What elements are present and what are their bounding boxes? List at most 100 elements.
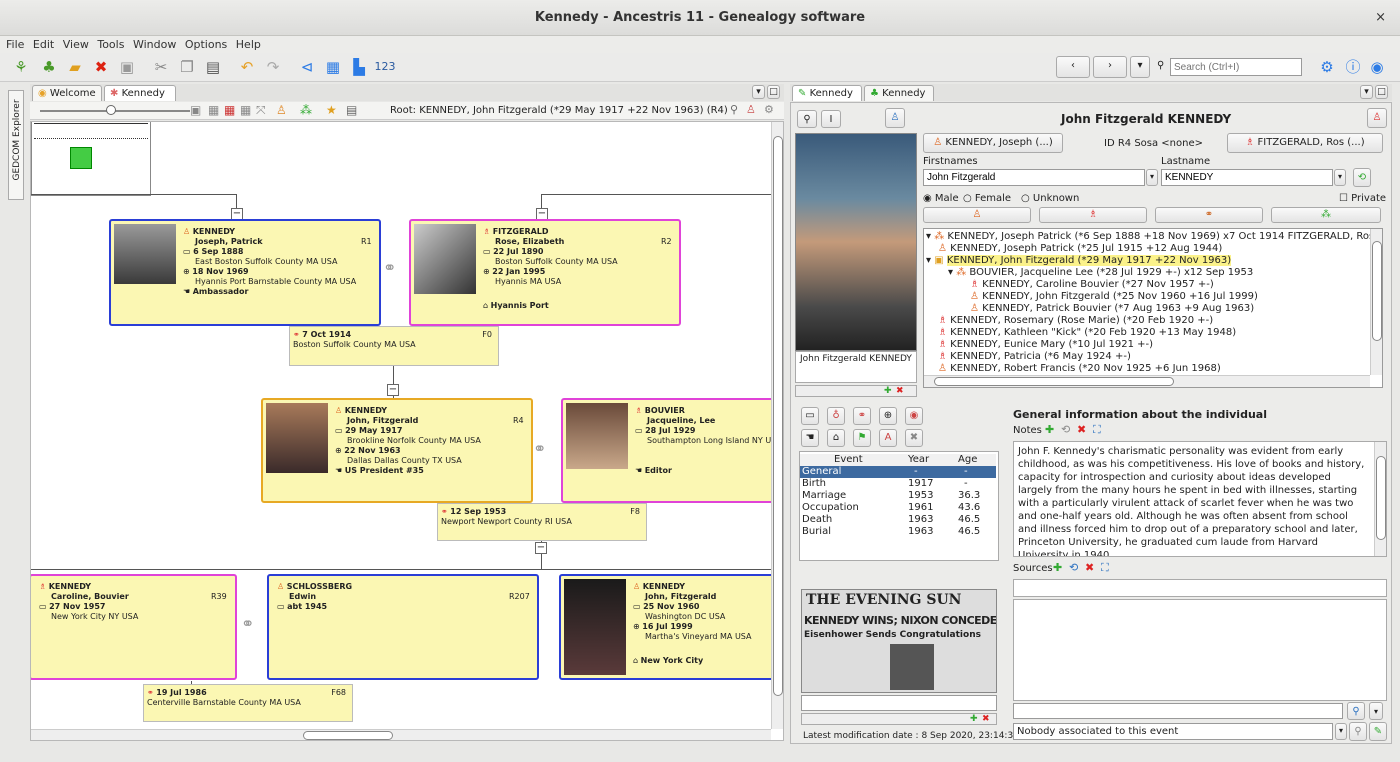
mother-button[interactable]: ♗ FITZGERALD, Ros (...): [1227, 133, 1383, 153]
open-folder-icon[interactable]: ▰: [64, 57, 86, 77]
add-burial-button[interactable]: ◉: [905, 407, 923, 425]
person-card-jfk-jr[interactable]: ♙ KENNEDY John, Fitzgerald ▭ 25 Nov 1960…: [559, 574, 783, 680]
menu-edit[interactable]: Edit: [33, 38, 54, 51]
minimap-viewport[interactable]: [70, 147, 92, 169]
scrollbar-thumb[interactable]: [1376, 456, 1386, 540]
add-attribute-button[interactable]: A: [879, 429, 897, 447]
book-icon[interactable]: ▙: [348, 57, 370, 77]
forward-button[interactable]: ›: [1093, 56, 1127, 78]
association-input[interactable]: [1013, 703, 1343, 719]
delete-note-icon[interactable]: ✖: [1077, 423, 1086, 436]
window-close-button[interactable]: ×: [1375, 0, 1386, 36]
cut-icon[interactable]: ✂: [150, 57, 172, 77]
event-row[interactable]: Marriage 1953 36.3: [800, 490, 996, 502]
undo-icon[interactable]: ↶: [236, 57, 258, 77]
link-tool-button[interactable]: ⚲: [797, 110, 817, 128]
person-card-joseph[interactable]: ♙ KENNEDY Joseph, Patrick R1 ▭ 6 Sep 188…: [109, 219, 381, 326]
association-button[interactable]: ⚲: [1347, 702, 1365, 720]
help-icon[interactable]: ◉: [1366, 57, 1388, 77]
root-person-icon[interactable]: ♙: [746, 103, 756, 116]
print-icon[interactable]: ▣: [116, 57, 138, 77]
event-row[interactable]: Occupation 1961 43.6: [800, 502, 996, 514]
add-occupation-button[interactable]: ☚: [801, 429, 819, 447]
menu-window[interactable]: Window: [133, 38, 176, 51]
scrollbar-thumb[interactable]: [1372, 241, 1382, 341]
event-row[interactable]: Death 1963 46.5: [800, 514, 996, 526]
open-tree-icon[interactable]: ♣: [38, 57, 60, 77]
select-source-icon[interactable]: ⛶: [1101, 561, 1109, 575]
tree-list-scrollbar[interactable]: [1370, 229, 1382, 375]
tree-item[interactable]: ♙ KENNEDY, Patrick Bouvier (*7 Aug 1963 …: [970, 303, 1254, 315]
tree-item[interactable]: ♙ KENNEDY, Joseph Patrick (*25 Jul 1915 …: [938, 243, 1222, 255]
notes-textarea[interactable]: John F. Kennedy's charismatic personalit…: [1013, 441, 1387, 557]
edit-names-button[interactable]: ⟲: [1353, 168, 1371, 187]
add-residence-button[interactable]: ⌂: [827, 429, 845, 447]
menu-file[interactable]: File: [6, 38, 24, 51]
media-title-input[interactable]: [801, 695, 997, 711]
notes-scrollbar[interactable]: [1374, 442, 1386, 556]
sex-unknown-radio[interactable]: ○ Unknown: [1021, 193, 1079, 204]
tree-item[interactable]: ♗ KENNEDY, Kathleen "Kick" (*20 Feb 1920…: [938, 327, 1236, 339]
add-source-icon[interactable]: ✚: [1053, 561, 1062, 574]
sources-list[interactable]: [1013, 599, 1387, 701]
tree-mode-icon[interactable]: ▦: [224, 103, 235, 117]
private-checkbox[interactable]: ☐ Private: [1339, 193, 1386, 204]
tree-list-hscrollbar[interactable]: [924, 375, 1370, 387]
lastname-dropdown[interactable]: ▾: [1334, 169, 1346, 186]
add-other-event-button[interactable]: ⚑: [853, 429, 871, 447]
menu-options[interactable]: Options: [185, 38, 227, 51]
tree-item[interactable]: ♗ KENNEDY, Patricia (*6 May 1924 +-): [938, 351, 1131, 363]
family-card-f8[interactable]: ⚭ 12 Sep 1953 F8 Newport Newport County R…: [437, 503, 647, 541]
firstnames-dropdown[interactable]: ▾: [1146, 169, 1158, 186]
tree-item-selected[interactable]: ▾ ▣ KENNEDY, John Fitzgerald (*29 May 19…: [926, 255, 1232, 267]
close-file-icon[interactable]: ✖: [90, 57, 112, 77]
person-card-edwin[interactable]: ♙ SCHLOSSBERG Edwin R207 ▭ abt 1945: [267, 574, 539, 680]
scrollbar-thumb[interactable]: [303, 731, 393, 740]
switch-individual-button[interactable]: ♙: [885, 108, 905, 128]
paste-icon[interactable]: ▤: [202, 57, 224, 77]
tree-item[interactable]: ♗ KENNEDY, Rosemary (Rose Marie) (*20 Fe…: [938, 315, 1213, 327]
sex-male-radio[interactable]: ◉ Male: [923, 193, 959, 204]
person-card-rose[interactable]: ♗ FITZGERALD Rose, Elizabeth R2 ▭ 22 Jul…: [409, 219, 681, 326]
gedcom-explorer-side-tab[interactable]: GEDCOM Explorer: [8, 90, 24, 200]
back-button[interactable]: ‹: [1056, 56, 1090, 78]
link-association-button[interactable]: ⚲: [1349, 722, 1367, 741]
scrollbar-thumb[interactable]: [773, 136, 783, 696]
tab-welcome[interactable]: ◉ Welcome ×: [32, 85, 102, 114]
expand-icon[interactable]: ⤧: [256, 103, 266, 118]
tab-menu-button[interactable]: ▾: [752, 85, 765, 99]
settings-small-icon[interactable]: ⚙: [764, 103, 774, 116]
table-view-icon[interactable]: ▦: [322, 57, 344, 77]
text-tool-button[interactable]: I: [821, 110, 841, 128]
share-icon[interactable]: ⊲: [296, 57, 318, 77]
add-media-icon[interactable]: ✚: [884, 386, 892, 396]
tree-horizontal-scrollbar[interactable]: [31, 729, 771, 740]
collapse-button[interactable]: −: [535, 542, 547, 554]
add-note-icon[interactable]: ✚: [1045, 423, 1054, 436]
father-button[interactable]: ♙ KENNEDY, Joseph (...): [923, 133, 1063, 153]
new-tree-icon[interactable]: ⚘: [10, 57, 32, 77]
tree-item[interactable]: ▾ ⁂ BOUVIER, Jacqueline Lee (*28 Jul 192…: [948, 267, 1253, 279]
add-mother-button[interactable]: ♗: [1039, 207, 1147, 223]
delete-media-icon[interactable]: ✖: [896, 386, 904, 396]
link-note-icon[interactable]: ⟲: [1061, 423, 1070, 436]
select-note-icon[interactable]: ⛶: [1093, 423, 1101, 437]
sex-female-radio[interactable]: ○ Female: [963, 193, 1011, 204]
minimap[interactable]: [31, 122, 151, 196]
associated-dropdown[interactable]: ▾: [1335, 723, 1347, 740]
info-icon[interactable]: ⓘ: [1342, 57, 1364, 77]
person-card-jacqueline[interactable]: ♗ BOUVIER Jacqueline, Lee ▭ 28 Jul 1929 …: [561, 398, 783, 503]
individual-photo[interactable]: [795, 133, 917, 351]
copy-icon[interactable]: ❐: [176, 57, 198, 77]
event-row-selected[interactable]: General - -: [800, 466, 996, 478]
lastname-input[interactable]: [1161, 169, 1333, 186]
add-child-button[interactable]: ⁂: [1271, 207, 1381, 223]
firstnames-input[interactable]: [923, 169, 1145, 186]
tree-vertical-scrollbar[interactable]: [771, 122, 783, 729]
bookmark-icon[interactable]: ▤: [346, 103, 357, 117]
sources-field[interactable]: [1013, 579, 1387, 597]
tree-item[interactable]: ♙ KENNEDY, John Fitzgerald (*25 Nov 1960…: [970, 291, 1258, 303]
grid-icon[interactable]: ▦: [240, 103, 251, 117]
add-father-button[interactable]: ♙: [923, 207, 1031, 223]
collapse-button[interactable]: −: [387, 384, 399, 396]
